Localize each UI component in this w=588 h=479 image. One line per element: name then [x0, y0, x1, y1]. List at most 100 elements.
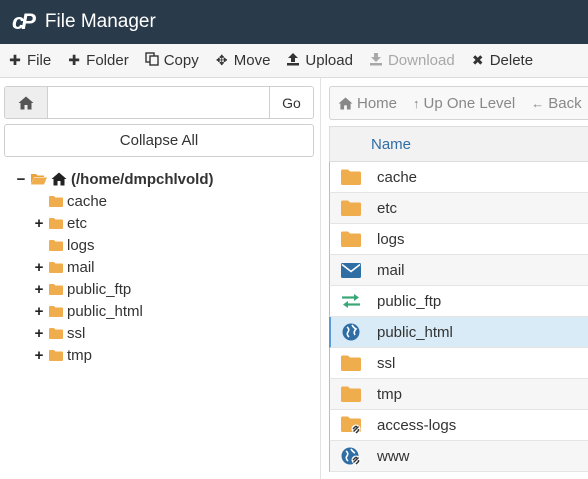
file-table: Name cache etc logs mail public_ftp public_ht… — [329, 126, 588, 472]
move-label: Move — [233, 52, 271, 69]
move-button[interactable]: ✥ Move — [207, 44, 279, 77]
home-icon — [18, 96, 34, 109]
expand-toggle-icon[interactable]: + — [33, 259, 45, 276]
home-nav-button[interactable]: Home — [330, 87, 405, 119]
tree-item[interactable]: + public_ftp — [33, 278, 132, 300]
file-row[interactable]: www — [329, 441, 588, 472]
expand-toggle-icon[interactable]: + — [33, 281, 45, 298]
open-folder-icon — [31, 174, 47, 185]
expand-toggle-icon[interactable]: + — [33, 215, 45, 232]
navigation-bar: Home ↑ Up One Level ← Back — [329, 86, 588, 120]
expand-toggle-icon[interactable]: + — [33, 303, 45, 320]
tree-item-label: etc — [67, 214, 88, 232]
go-button[interactable]: Go — [269, 87, 313, 118]
copy-label: Copy — [163, 52, 199, 69]
back-button[interactable]: ← Back — [523, 87, 588, 119]
cpanel-logo[interactable]: cP — [12, 9, 45, 35]
download-icon — [369, 52, 383, 69]
back-label: Back — [548, 94, 582, 112]
file-row[interactable]: tmp — [329, 379, 588, 410]
plus-icon: ✚ — [68, 52, 81, 68]
path-input[interactable] — [48, 87, 269, 118]
collapse-all-button[interactable]: Collapse All — [4, 124, 314, 157]
folder-icon — [341, 385, 361, 403]
tree-item[interactable]: + tmp — [33, 344, 92, 366]
file-row[interactable]: logs — [329, 224, 588, 255]
tree-root[interactable]: − (/home/dmpchlvold) — [15, 168, 214, 190]
delete-label: Delete — [489, 52, 534, 69]
globe-link-icon — [341, 447, 361, 465]
tree-item-label: cache — [67, 192, 108, 210]
name-column-header[interactable]: Name — [371, 136, 411, 153]
copy-icon — [145, 52, 159, 69]
upload-icon — [286, 52, 300, 69]
folder-icon — [341, 168, 361, 186]
folder-icon — [49, 239, 63, 251]
new-folder-button[interactable]: ✚ Folder — [59, 44, 137, 77]
tree-item-label: public_ftp — [67, 280, 132, 298]
tree-item[interactable]: + public_html — [33, 300, 143, 322]
new-file-button[interactable]: ✚ File — [0, 44, 59, 77]
file-row[interactable]: cache — [329, 162, 588, 193]
expand-toggle-icon[interactable]: + — [33, 325, 45, 342]
upload-button[interactable]: Upload — [278, 44, 361, 77]
file-name: access-logs — [377, 416, 457, 434]
tree-item[interactable]: +cache — [33, 190, 107, 212]
plus-icon: ✚ — [9, 52, 21, 68]
app-header: cP File Manager — [0, 0, 588, 44]
tree-item[interactable]: + ssl — [33, 322, 86, 344]
exchange-icon — [341, 292, 361, 310]
file-row[interactable]: access-logs — [329, 410, 588, 441]
file-row[interactable]: public_ftp — [329, 286, 588, 317]
file-name: public_ftp — [377, 292, 442, 310]
copy-button[interactable]: Copy — [137, 44, 207, 77]
file-name: mail — [377, 261, 405, 279]
pane-divider[interactable] — [320, 78, 321, 479]
expand-toggle-icon[interactable]: + — [33, 347, 45, 364]
home-button[interactable] — [5, 87, 48, 118]
arrow-left-icon: ← — [531, 95, 545, 111]
tree-item-label: logs — [67, 236, 95, 254]
file-name: ssl — [377, 354, 396, 372]
download-button[interactable]: Download — [361, 44, 463, 77]
file-name: etc — [377, 199, 398, 217]
collapse-toggle-icon[interactable]: − — [15, 171, 27, 188]
tree-item[interactable]: + etc — [33, 212, 87, 234]
tree-item[interactable]: + mail — [33, 256, 95, 278]
folder-icon — [49, 349, 63, 361]
home-icon — [51, 172, 67, 186]
toolbar: ✚ File ✚ Folder Copy ✥ Move Upload Downl… — [0, 44, 588, 78]
file-row[interactable]: etc — [329, 193, 588, 224]
file-row[interactable]: ssl — [329, 348, 588, 379]
folder-icon — [49, 305, 63, 317]
new-file-label: File — [27, 52, 52, 69]
upload-label: Upload — [305, 52, 353, 69]
tree-item-label: ssl — [67, 324, 86, 342]
path-search-bar: Go — [4, 86, 314, 119]
delete-button[interactable]: ✖ Delete — [463, 44, 541, 77]
folder-icon — [341, 199, 361, 217]
up-one-level-button[interactable]: ↑ Up One Level — [405, 87, 523, 119]
close-icon: ✖ — [471, 52, 484, 68]
tree-item-label: public_html — [67, 302, 143, 320]
cpanel-logo-icon: cP — [12, 9, 36, 34]
file-row[interactable]: public_html — [329, 317, 588, 348]
envelope-icon — [341, 261, 361, 279]
file-name: cache — [377, 168, 418, 186]
tree-item-label: tmp — [67, 346, 93, 364]
folder-icon — [341, 354, 361, 372]
folder-icon — [49, 283, 63, 295]
home-nav-label: Home — [357, 94, 398, 112]
tree-item-label: mail — [67, 258, 95, 276]
globe-icon — [341, 323, 361, 341]
new-folder-label: Folder — [86, 52, 129, 69]
move-icon: ✥ — [215, 52, 228, 68]
file-name: public_html — [377, 323, 453, 341]
app-title: File Manager — [44, 11, 156, 32]
folder-icon — [49, 195, 63, 207]
folder-icon — [49, 327, 63, 339]
file-row[interactable]: mail — [329, 255, 588, 286]
file-name: www — [377, 447, 410, 465]
directory-tree-pane: Go Collapse All − (/home/dmpchlvold) +ca… — [0, 78, 320, 479]
tree-item[interactable]: +logs — [33, 234, 95, 256]
